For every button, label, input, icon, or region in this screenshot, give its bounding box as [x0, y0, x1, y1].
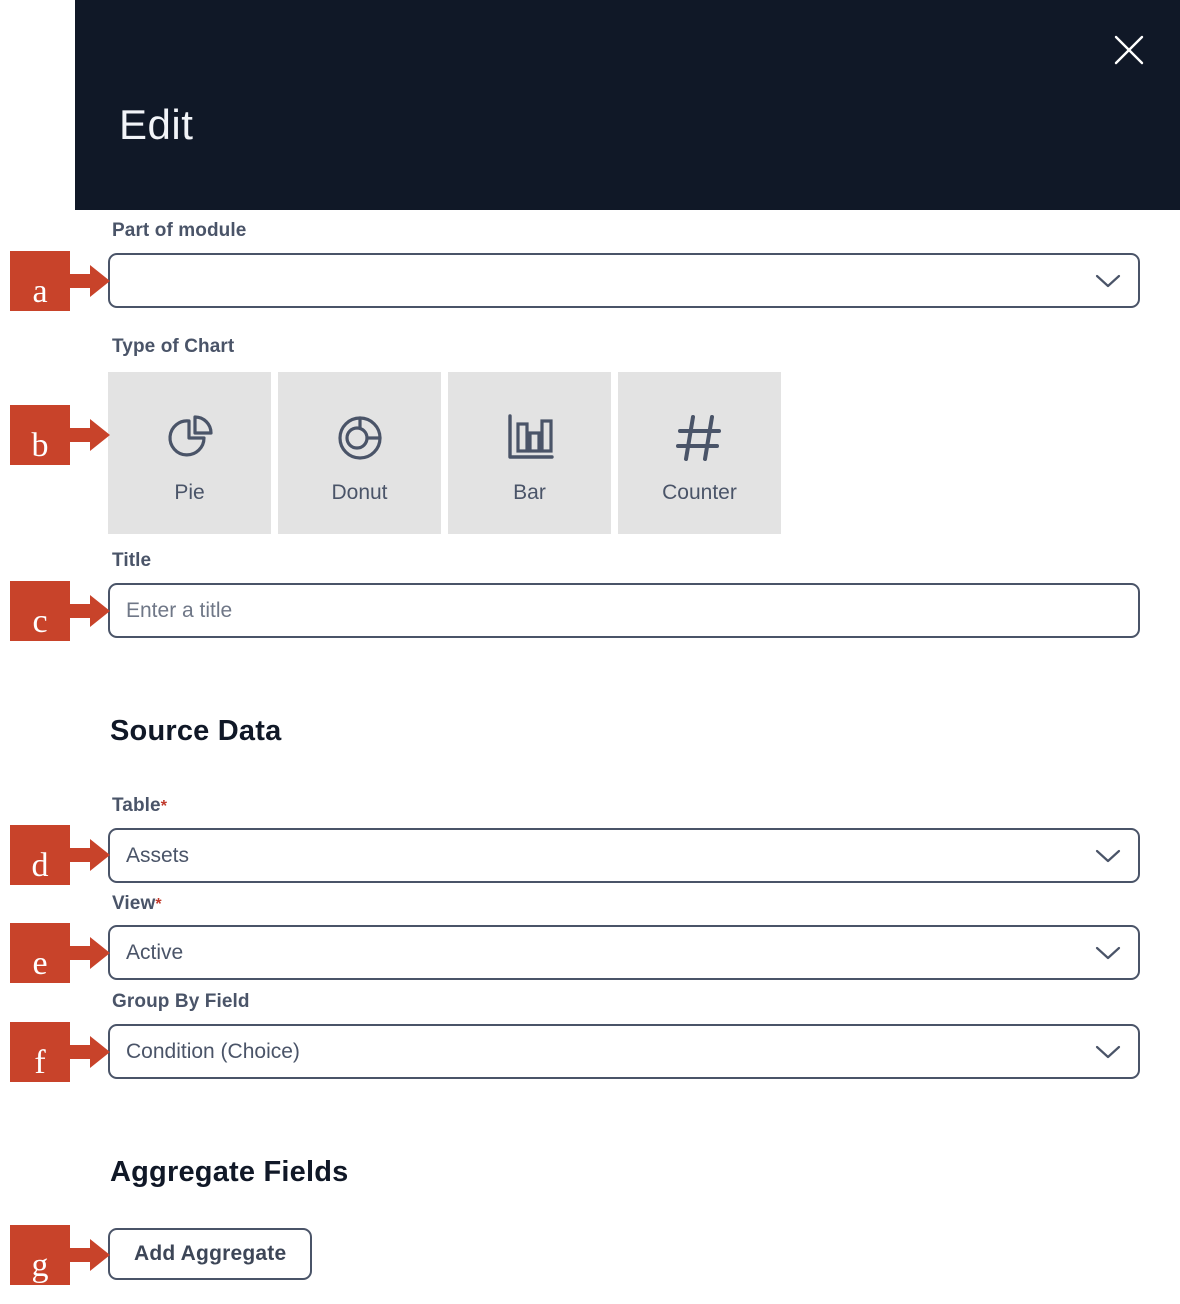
annotation-marker-b: b: [10, 405, 110, 465]
view-select-value: Active: [126, 940, 184, 964]
chart-type-bar-label: Bar: [513, 481, 546, 504]
chevron-down-icon: [1095, 849, 1121, 862]
arrow-right-icon: [70, 265, 110, 297]
annotation-letter: b: [31, 427, 49, 464]
donut-chart-icon: [329, 401, 391, 475]
title-input-placeholder: Enter a title: [126, 598, 233, 622]
add-aggregate-button[interactable]: Add Aggregate: [108, 1228, 313, 1280]
group-by-field-select[interactable]: Condition (Choice): [108, 1024, 1140, 1079]
annotation-marker-c: c: [10, 581, 110, 641]
edit-chart-modal: Edit Part of module Type of Chart Pie Do…: [0, 0, 1180, 1304]
annotation-marker-a: a: [10, 251, 110, 311]
table-label: Table: [112, 795, 161, 816]
annotation-letter: c: [32, 603, 48, 640]
close-icon[interactable]: [1105, 26, 1153, 74]
title-label-row: Title: [112, 550, 151, 572]
group-by-field-label-row: Group By Field: [112, 991, 250, 1013]
annotation-marker-f: f: [10, 1022, 110, 1082]
annotation-marker-d: d: [10, 825, 110, 885]
part-of-module-label: Part of module: [112, 220, 247, 241]
annotation-letter: g: [31, 1247, 49, 1284]
part-of-module-label-row: Part of module: [112, 220, 246, 242]
arrow-right-icon: [70, 937, 110, 969]
view-required-star: *: [155, 896, 162, 913]
view-label: View: [112, 893, 156, 914]
add-aggregate-button-wrap: Add Aggregate: [108, 1228, 313, 1280]
view-select[interactable]: Active: [108, 925, 1140, 980]
chevron-down-icon: [1095, 1045, 1121, 1058]
aggregate-fields-heading: Aggregate Fields: [110, 1156, 349, 1188]
view-label-row: View*: [112, 893, 162, 915]
annotation-letter: e: [32, 945, 48, 982]
bar-chart-icon: [499, 401, 561, 475]
annotation-marker-g: g: [10, 1225, 110, 1285]
table-required-star: *: [160, 798, 167, 815]
table-select[interactable]: Assets: [108, 828, 1140, 883]
part-of-module-select[interactable]: [108, 253, 1140, 308]
annotation-marker-e: e: [10, 923, 110, 983]
chart-type-pie[interactable]: Pie: [108, 372, 271, 534]
annotation-letter: a: [32, 273, 48, 310]
group-by-field-value: Condition (Choice): [126, 1039, 300, 1063]
type-of-chart-label-row: Type of Chart: [112, 336, 234, 358]
annotation-letter: d: [31, 847, 49, 884]
chart-type-counter[interactable]: Counter: [618, 372, 781, 534]
chart-type-donut-label: Donut: [331, 481, 388, 504]
title-input[interactable]: Enter a title: [108, 583, 1140, 638]
source-data-heading: Source Data: [110, 715, 282, 747]
arrow-right-icon: [70, 419, 110, 451]
chart-type-counter-label: Counter: [662, 481, 737, 504]
title-label: Title: [112, 550, 152, 571]
arrow-right-icon: [70, 1036, 110, 1068]
annotation-letter: f: [34, 1044, 46, 1081]
chevron-down-icon: [1095, 946, 1121, 959]
type-of-chart-label: Type of Chart: [112, 336, 235, 357]
pie-chart-icon: [159, 401, 221, 475]
chart-type-bar[interactable]: Bar: [448, 372, 611, 534]
chevron-down-icon: [1095, 274, 1121, 287]
arrow-right-icon: [70, 839, 110, 871]
arrow-right-icon: [70, 1239, 110, 1271]
hash-counter-icon: [669, 401, 731, 475]
chart-type-donut[interactable]: Donut: [278, 372, 441, 534]
chart-type-pie-label: Pie: [174, 481, 205, 504]
table-label-row: Table*: [112, 795, 167, 817]
arrow-right-icon: [70, 595, 110, 627]
page-title: Edit: [119, 101, 194, 148]
table-select-value: Assets: [126, 843, 190, 867]
modal-header: Edit: [75, 0, 1180, 210]
group-by-field-label: Group By Field: [112, 991, 250, 1012]
type-of-chart-cards: Pie Donut Bar Counter: [108, 372, 781, 534]
